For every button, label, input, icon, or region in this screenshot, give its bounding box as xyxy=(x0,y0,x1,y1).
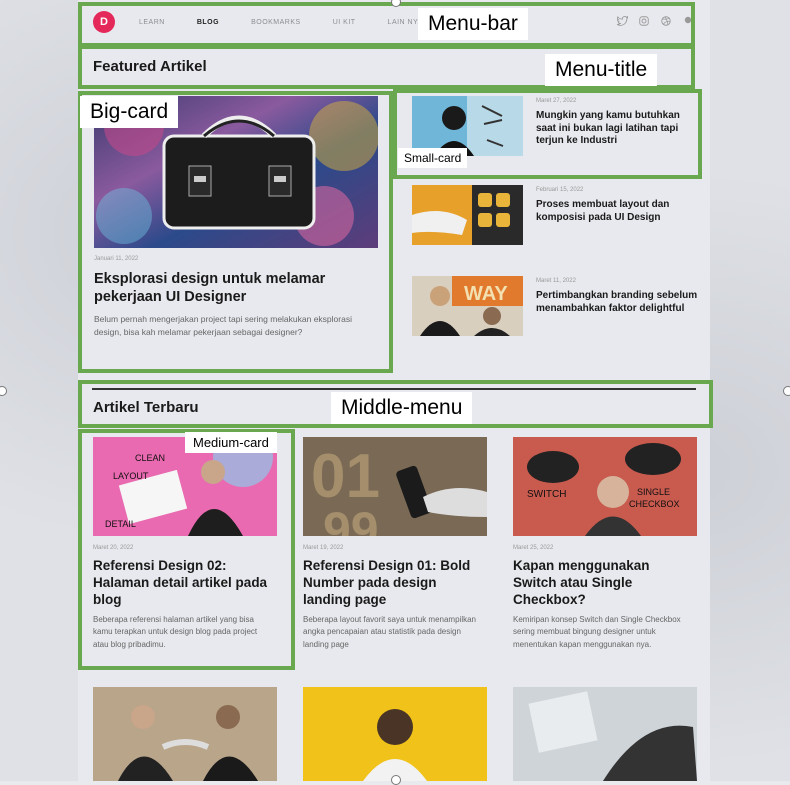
annotation-medium-card xyxy=(78,429,295,670)
svg-text:99: 99 xyxy=(323,502,379,536)
label-medium-card: Medium-card xyxy=(185,432,277,453)
svg-text:SINGLE: SINGLE xyxy=(637,487,670,497)
medium-card-3-image[interactable]: SWITCH SINGLE CHECKBOX xyxy=(513,437,697,536)
small-card-3-title[interactable]: Pertimbangkan branding sebelum menambahk… xyxy=(536,290,698,315)
medium-card-6-image[interactable] xyxy=(513,687,697,781)
small-card-3-date: Maret 11, 2022 xyxy=(536,278,576,284)
svg-text:SWITCH: SWITCH xyxy=(527,489,566,500)
medium-card-3-desc: Kemiripan konsep Switch dan Single Check… xyxy=(513,615,681,649)
small-card-2-image[interactable] xyxy=(412,185,523,245)
annotation-menu-bar xyxy=(78,2,695,47)
medium-card-2-date: Maret 19, 2022 xyxy=(303,545,344,551)
small-card-2-date: Februari 15, 2022 xyxy=(536,187,584,193)
medium-card-3-date: Maret 25, 2022 xyxy=(513,545,554,551)
medium-card-3-title[interactable]: Kapan menggunakan Switch atau Single Che… xyxy=(513,558,693,609)
medium-card-5-image[interactable] xyxy=(303,687,487,781)
selection-handle[interactable] xyxy=(391,775,401,785)
svg-text:CHECKBOX: CHECKBOX xyxy=(629,499,680,509)
small-card-3-image[interactable]: WAY xyxy=(412,276,523,336)
label-menu-title: Menu-title xyxy=(545,54,658,86)
svg-text:01: 01 xyxy=(311,442,380,511)
medium-card-2-title[interactable]: Referensi Design 01: Bold Number pada de… xyxy=(303,558,483,609)
annotation-big-card xyxy=(78,91,393,373)
selection-handle[interactable] xyxy=(783,386,790,396)
medium-card-4-image[interactable] xyxy=(93,687,277,781)
svg-text:WAY: WAY xyxy=(464,283,508,305)
label-menu-bar: Menu-bar xyxy=(418,8,528,40)
label-middle-menu: Middle-menu xyxy=(331,392,473,424)
small-card-2-title[interactable]: Proses membuat layout dan komposisi pada… xyxy=(536,199,698,224)
label-small-card: Small-card xyxy=(398,148,468,168)
medium-card-2-desc: Beberapa layout favorit saya untuk menam… xyxy=(303,615,476,649)
medium-card-2-image[interactable]: 01 99 xyxy=(303,437,487,536)
label-big-card: Big-card xyxy=(80,96,179,128)
